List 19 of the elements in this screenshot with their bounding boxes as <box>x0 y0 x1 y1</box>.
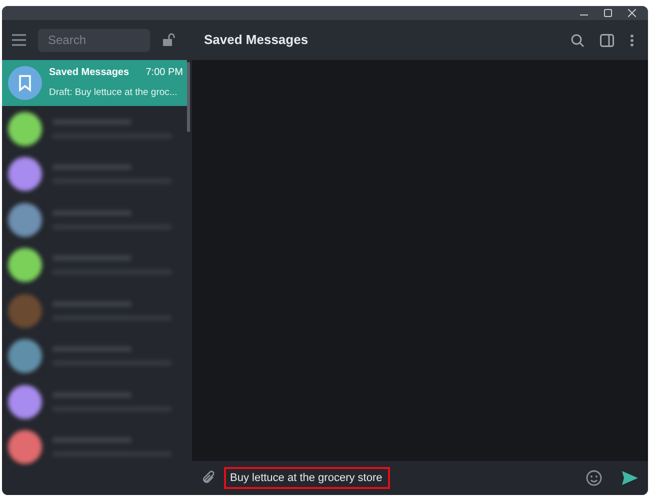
scrollbar[interactable] <box>187 62 190 132</box>
close-icon[interactable] <box>628 9 636 17</box>
chat-preview: Draft: Buy lettuce at the groc... <box>49 86 178 100</box>
bookmark-avatar-icon <box>8 66 42 100</box>
more-options-icon[interactable] <box>630 34 634 46</box>
chat-title: Saved Messages <box>204 31 308 50</box>
sidebar-toggle-icon[interactable] <box>600 34 614 46</box>
chat-time: 7:00 PM <box>146 66 183 80</box>
paperclip-icon[interactable] <box>202 470 216 486</box>
maximize-icon[interactable] <box>604 9 612 17</box>
message-input-field[interactable]: Buy lettuce at the grocery store <box>224 467 390 489</box>
search-icon[interactable] <box>571 34 584 46</box>
search-field[interactable]: Search <box>38 28 150 52</box>
menu-icon[interactable] <box>12 34 26 46</box>
chat-list-item[interactable]: Saved Messages 7:00 PM Draft: Buy lettuce at the groc... <box>2 60 187 106</box>
smiley-icon[interactable] <box>586 470 602 486</box>
unlocked-padlock-icon[interactable] <box>162 33 176 47</box>
send-icon[interactable] <box>622 471 638 485</box>
chat-name: Saved Messages <box>49 66 130 80</box>
